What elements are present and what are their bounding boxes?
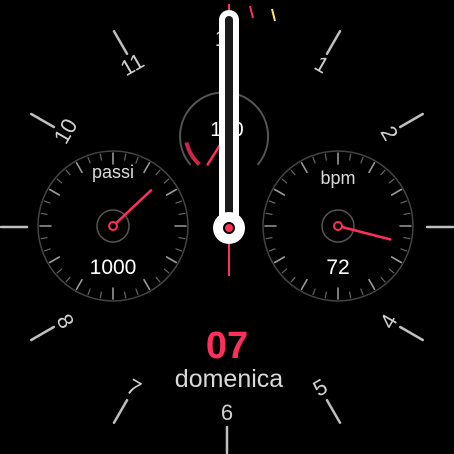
numeral-4: 4: [375, 310, 403, 333]
subdial-tick: [400, 248, 408, 252]
steps-needle-pivot: [108, 221, 118, 231]
steps-needle: [111, 189, 153, 228]
subdial-tick: [163, 268, 170, 274]
subdial-tick: [360, 288, 364, 296]
subdial-tick: [281, 178, 288, 184]
subdial-tick: [143, 278, 151, 291]
numeral-8: 8: [52, 310, 80, 333]
subdial-tick: [56, 178, 63, 184]
marker-yellow: [271, 8, 276, 22]
subdial-tick: [300, 278, 308, 291]
subdial-tick: [124, 153, 127, 161]
subdial-tick: [165, 188, 178, 196]
numeral-10: 10: [49, 114, 83, 148]
subdial-tick: [368, 278, 376, 291]
subdial-tick: [135, 156, 139, 164]
subdial-tick: [40, 212, 48, 215]
subdial-tick: [87, 288, 91, 296]
subdial-tick: [99, 291, 102, 299]
bpm-needle-pivot: [333, 221, 343, 231]
subdial-tick: [165, 256, 178, 264]
subdial-tick: [178, 237, 186, 240]
subdial-tick: [175, 200, 183, 204]
numeral-5: 5: [309, 374, 332, 402]
subdial-tick: [290, 169, 296, 176]
subdial-tick: [312, 156, 316, 164]
bpm-label: bpm: [320, 168, 355, 188]
subdial-tick: [99, 153, 102, 161]
subdial-tick: [268, 200, 276, 204]
hour-tick: [325, 30, 342, 56]
subdial-tick: [265, 237, 273, 240]
marker-red: [249, 5, 254, 19]
hour-hand-inlay: [225, 16, 233, 216]
subdial-tick: [268, 248, 276, 252]
hour-tick: [112, 398, 129, 424]
steps-label: passi: [92, 162, 134, 182]
subdial-tick: [273, 256, 286, 264]
subdial-tick: [155, 169, 161, 176]
subdial-tick: [360, 156, 364, 164]
subdial-tick: [324, 153, 327, 161]
subdial-tick: [281, 268, 288, 274]
steps-value: 1000: [90, 256, 137, 279]
subdial-tick: [155, 276, 161, 283]
subdial-tick: [380, 276, 386, 283]
date-day: 07: [206, 325, 248, 367]
subdial-tick: [300, 161, 308, 174]
hour-tick: [112, 30, 129, 56]
subdial-tick: [390, 256, 403, 264]
subdial-tick: [65, 169, 71, 176]
hour-tick: [325, 398, 342, 424]
subdial-tick: [43, 200, 51, 204]
center-cap-inner: [223, 222, 235, 234]
hour-tick: [398, 325, 424, 342]
battery-needle: [206, 144, 221, 166]
subdial-tick: [40, 237, 48, 240]
subdial-tick: [388, 268, 395, 274]
subdial-tick: [135, 288, 139, 296]
numeral-6: 6: [221, 400, 233, 425]
subdial-tick: [388, 178, 395, 184]
subdial-tick: [349, 291, 352, 299]
heart-rate-subdial: bpm 72: [262, 150, 414, 302]
subdial-tick: [290, 276, 296, 283]
subdial-tick: [324, 291, 327, 299]
hour-tick: [398, 112, 424, 129]
subdial-tick: [143, 161, 151, 174]
subdial-tick: [400, 200, 408, 204]
subdial-tick: [65, 276, 71, 283]
hour-tick: [30, 112, 56, 129]
numeral-2: 2: [376, 122, 404, 145]
subdial-tick: [87, 156, 91, 164]
subdial-tick: [349, 153, 352, 161]
subdial-tick: [75, 161, 83, 174]
subdial-tick: [175, 248, 183, 252]
subdial-tick: [368, 161, 376, 174]
subdial-tick: [75, 278, 83, 291]
subdial-tick: [403, 212, 411, 215]
numeral-1: 1: [310, 51, 333, 79]
bpm-needle: [336, 224, 392, 241]
subdial-tick: [48, 256, 61, 264]
subdial-tick: [124, 291, 127, 299]
subdial-tick: [48, 188, 61, 196]
subdial-tick: [43, 248, 51, 252]
subdial-tick: [380, 169, 386, 176]
watch-face: 12 1 2 4 5 6 7 8 10 11 passi 1000 bpm 72: [0, 4, 454, 454]
subdial-tick: [56, 268, 63, 274]
subdial-tick: [273, 188, 286, 196]
subdial-tick: [265, 212, 273, 215]
bpm-value: 72: [326, 256, 349, 279]
subdial-tick: [312, 288, 316, 296]
steps-subdial: passi 1000: [37, 150, 189, 302]
subdial-tick: [178, 212, 186, 215]
numeral-11: 11: [116, 48, 148, 81]
subdial-tick: [403, 237, 411, 240]
subdial-tick: [163, 178, 170, 184]
numeral-7: 7: [122, 374, 145, 402]
subdial-tick: [390, 188, 403, 196]
date-weekday: domenica: [175, 365, 283, 393]
hour-tick: [30, 325, 56, 342]
